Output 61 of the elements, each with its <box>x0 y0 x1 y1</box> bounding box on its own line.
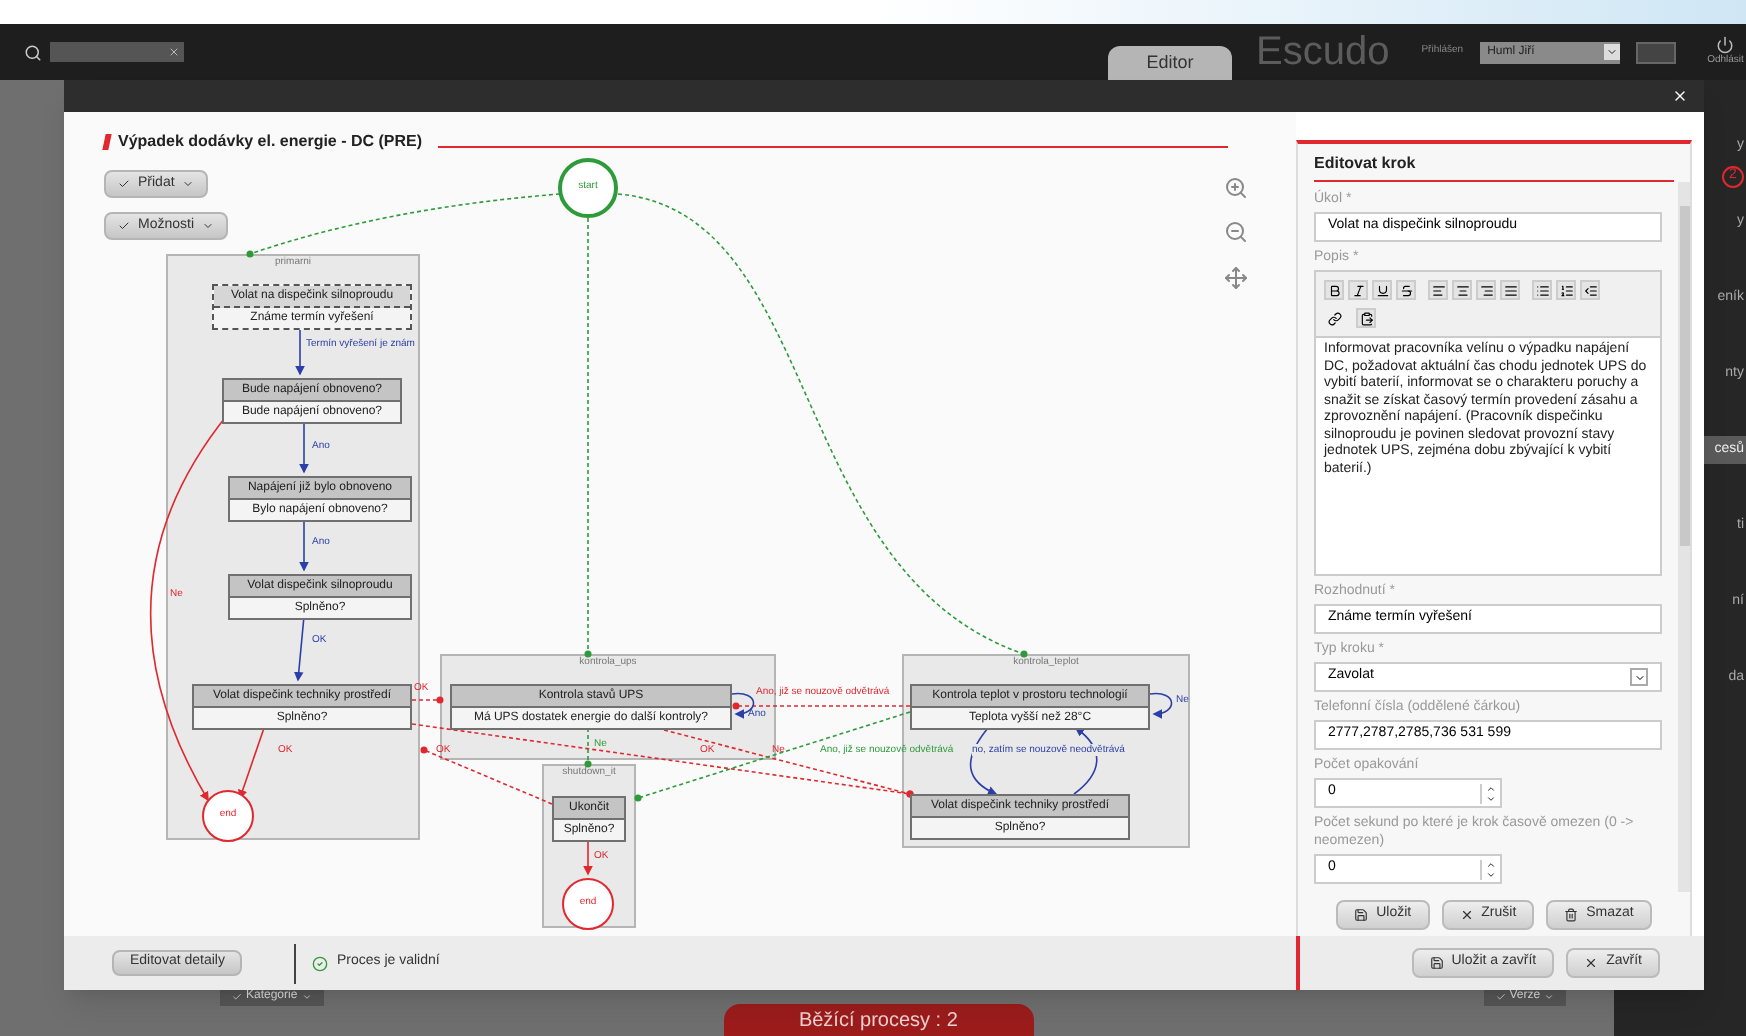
paste-button[interactable] <box>1356 308 1376 328</box>
check-icon <box>1495 991 1506 1001</box>
format-icon <box>1503 283 1517 297</box>
dropdown-icon <box>1605 46 1618 58</box>
format-button[interactable] <box>1452 280 1472 300</box>
format-icon <box>1351 283 1365 297</box>
increment-icon[interactable] <box>1486 859 1496 869</box>
format-button[interactable] <box>1556 280 1576 300</box>
caret-icon <box>1544 991 1555 1001</box>
link-icon <box>1327 311 1341 325</box>
save-icon <box>1429 956 1444 970</box>
format-icon <box>1399 283 1413 297</box>
logo: Escudo <box>1256 32 1390 72</box>
caret-icon <box>202 220 215 232</box>
caret-icon <box>182 178 195 190</box>
cancel-icon <box>1459 907 1474 921</box>
format-icon <box>1327 283 1341 297</box>
format-button[interactable] <box>1476 280 1496 300</box>
title-mark-icon <box>102 134 112 150</box>
running-processes-tab[interactable]: Běžící procesy : 2 <box>723 1004 1034 1036</box>
zoom-out-icon[interactable] <box>1224 220 1248 244</box>
decrement-icon[interactable] <box>1486 869 1496 879</box>
format-icon <box>1455 283 1469 297</box>
search-field[interactable] <box>50 42 184 62</box>
zoom-in-icon[interactable] <box>1224 176 1248 200</box>
dialog-title: Výpadek dodávky el. energie - DC (PRE) <box>118 130 423 154</box>
delete-icon <box>1564 907 1579 921</box>
pan-icon[interactable] <box>1224 266 1248 290</box>
format-button[interactable] <box>1500 280 1520 300</box>
format-icon <box>1431 283 1445 297</box>
check-icon <box>118 178 130 190</box>
format-button[interactable] <box>1428 280 1448 300</box>
power-icon[interactable] <box>1716 35 1735 54</box>
format-button[interactable] <box>1324 280 1344 300</box>
search-icon <box>24 43 42 61</box>
format-button[interactable] <box>1348 280 1368 300</box>
format-icon <box>1583 283 1597 297</box>
scrollbar[interactable] <box>1678 182 1690 892</box>
clear-icon[interactable] <box>168 46 180 58</box>
cancel-icon <box>1584 956 1599 970</box>
format-button[interactable] <box>1396 280 1416 300</box>
caret-icon <box>301 991 312 1001</box>
decrement-icon[interactable] <box>1486 793 1496 803</box>
panel-title: Editovat krok <box>1314 152 1674 182</box>
format-icon <box>1559 283 1573 297</box>
link-button[interactable] <box>1324 308 1344 328</box>
format-icon <box>1479 283 1493 297</box>
format-button[interactable] <box>1532 280 1552 300</box>
check-icon <box>232 991 242 1001</box>
format-icon <box>1375 283 1389 297</box>
format-icon <box>1535 283 1549 297</box>
small-field[interactable] <box>1635 41 1676 63</box>
increment-icon[interactable] <box>1486 783 1496 793</box>
save-icon <box>1354 907 1369 921</box>
format-button[interactable] <box>1372 280 1392 300</box>
format-button[interactable] <box>1580 280 1600 300</box>
dropdown-icon <box>1633 671 1645 683</box>
check-icon <box>118 220 130 232</box>
close-icon[interactable] <box>1672 88 1688 104</box>
paste-icon <box>1359 311 1373 325</box>
tab[interactable]: Editor <box>1108 46 1232 80</box>
